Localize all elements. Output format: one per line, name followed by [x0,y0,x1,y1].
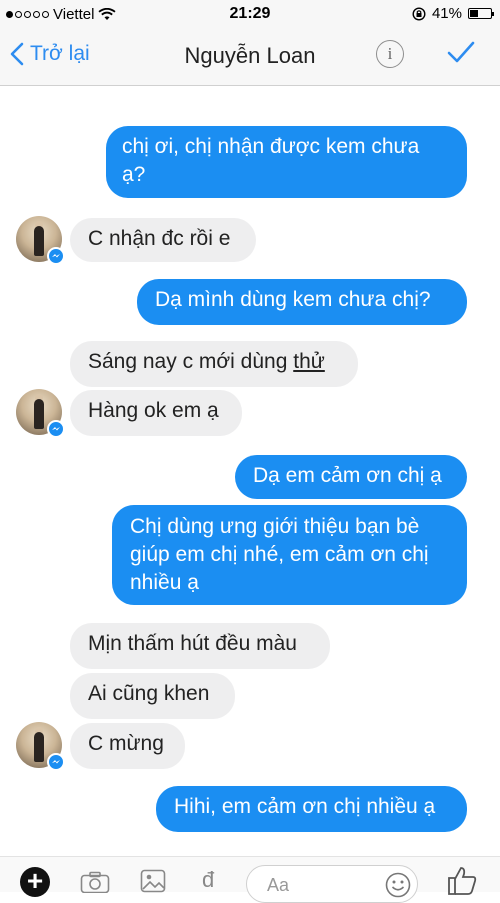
done-button[interactable] [446,40,476,71]
message-bubble-outgoing[interactable]: chị ơi, chị nhận được kem chưa ạ? [106,126,467,198]
camera-icon [80,871,110,894]
battery-icon [468,8,494,19]
message-bubble-incoming[interactable]: C nhận đc rồi e [70,218,256,262]
payment-button[interactable]: đ [202,867,214,893]
like-button[interactable] [446,865,478,900]
message-line: giúp em chị nhé, em cảm ơn chị [130,543,429,566]
message-bubble-incoming[interactable]: C mừng [70,723,185,769]
info-icon: i [387,44,393,63]
message-bubble-outgoing[interactable]: Chị dùng ưng giới thiệu bạn bè giúp em c… [112,505,467,605]
plus-button[interactable]: + [20,867,50,897]
message-line: chị ơi, chị nhận được kem chưa [122,135,420,158]
orientation-lock-icon [412,6,426,21]
message-bubble-incoming[interactable]: Ai cũng khen [70,673,235,719]
emoji-icon [385,872,411,898]
message-bubble-incoming[interactable]: Mịn thấm hút đều màu [70,623,330,669]
message-input-field[interactable] [246,865,418,903]
battery-percent: 41% [431,5,462,22]
message-line: ạ? [122,163,146,186]
message-line: Chị dùng ưng giới thiệu bạn bè [130,515,420,538]
message-line: nhiều ạ [130,571,199,594]
back-button[interactable]: Trở lại [10,42,90,66]
message-bubble-outgoing[interactable]: Dạ em cảm ơn chị ạ [235,455,467,499]
avatar[interactable] [16,216,65,265]
message-bubble-incoming[interactable]: Hàng ok em ạ [70,390,242,436]
status-bar: Viettel 21:29 41% [0,0,500,28]
navigation-bar: Trở lại Nguyễn Loan i [0,28,500,86]
message-bubble-incoming[interactable]: Sáng nay c mới dùng thử [70,341,358,387]
checkmark-icon [447,41,475,63]
info-button[interactable]: i [376,40,404,68]
status-right: 41% [412,5,494,22]
emoji-button[interactable] [385,872,411,903]
back-label: Trở lại [30,42,90,65]
messenger-badge-icon [47,247,65,265]
chevron-left-icon [10,42,24,66]
photo-button[interactable] [140,869,166,898]
message-bubble-outgoing[interactable]: Hihi, em cảm ơn chị nhiều ạ [156,786,467,832]
photo-icon [140,869,166,893]
message-bubble-outgoing[interactable]: Dạ mình dùng kem chưa chị? [137,279,467,325]
composer-toolbar: + đ [0,856,500,903]
plus-icon: + [26,865,44,896]
avatar[interactable] [16,389,65,438]
payment-icon: đ [202,867,215,892]
messenger-badge-icon [47,420,65,438]
avatar[interactable] [16,722,65,771]
message-input[interactable] [265,874,379,897]
camera-button[interactable] [80,871,110,898]
messenger-badge-icon [47,753,65,771]
